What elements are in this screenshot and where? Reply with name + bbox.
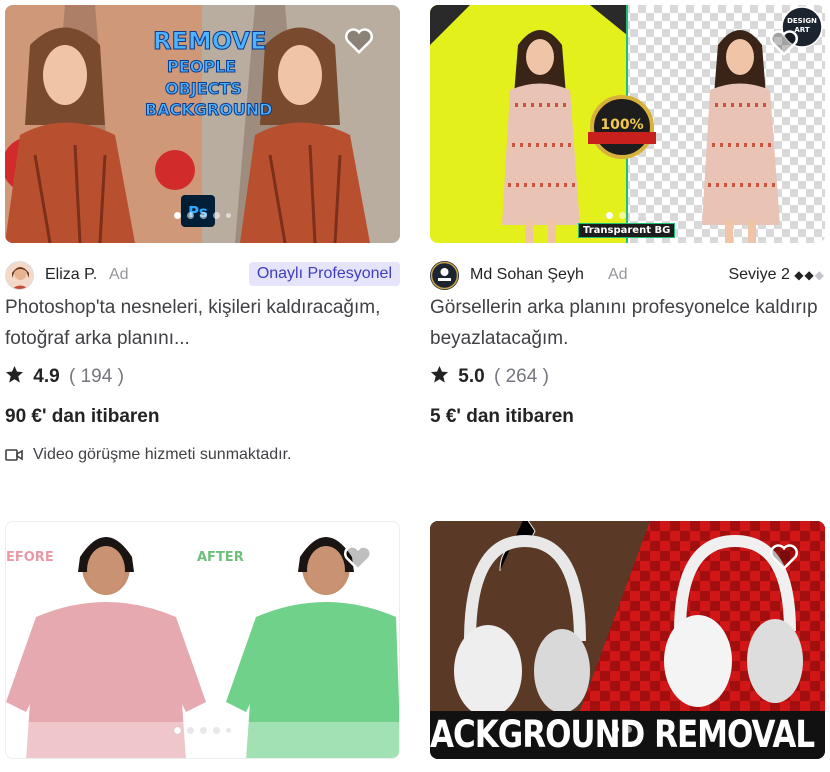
seller-name[interactable]: Eliza P. xyxy=(45,266,97,284)
video-consult: Video görüşme hizmeti sunmaktadır. xyxy=(5,446,292,464)
video-consult-label: Video görüşme hizmeti sunmaktadır. xyxy=(33,446,292,463)
carousel-dot[interactable] xyxy=(612,726,619,733)
gig-card-4[interactable]: ACKGROUND REMOVAL PR xyxy=(430,521,825,759)
thumb-text-people: PEOPLE xyxy=(166,57,237,77)
carousel-dot[interactable] xyxy=(200,212,207,219)
thumb-text-objects: OBJECTS xyxy=(165,79,243,99)
carousel-dot[interactable] xyxy=(200,727,207,734)
review-count: ( 264 ) xyxy=(493,366,549,387)
gig-title[interactable]: Görsellerin arka planını profesyonelce k… xyxy=(430,292,825,354)
carousel-dot[interactable] xyxy=(174,727,181,734)
gig-thumbnail-1[interactable]: Ps REMOVE PEOPLE OBJECTS BACKGROUND xyxy=(5,5,400,243)
heart-icon[interactable] xyxy=(343,544,373,572)
seller-row: Md Sohan Şeyh Ad Seviye 2 ◆◆◆ xyxy=(430,258,825,292)
star-icon xyxy=(5,365,24,383)
seller-level: Seviye 2 ◆◆◆ xyxy=(728,266,825,284)
seller-avatar[interactable] xyxy=(5,261,34,290)
gig-card-1[interactable]: Ps REMOVE PEOPLE OBJECTS BACKGROUND Eliz… xyxy=(5,5,400,463)
seller-level-label: Seviye 2 xyxy=(728,266,790,283)
carousel-dots xyxy=(430,726,825,733)
rating-score: 5.0 xyxy=(458,366,485,387)
carousel-dot[interactable] xyxy=(631,212,639,219)
carousel-dot[interactable] xyxy=(644,213,650,218)
heart-icon[interactable] xyxy=(769,543,799,571)
carousel-dot[interactable] xyxy=(605,212,613,219)
thumb-text-background: BACKGROUND xyxy=(144,100,273,120)
carousel-dot[interactable] xyxy=(174,212,181,219)
avatar-image xyxy=(12,267,29,289)
carousel-dot[interactable] xyxy=(226,728,231,733)
carousel-dots xyxy=(5,212,400,219)
gig-thumbnail-3[interactable]: EFORE AFTER xyxy=(5,521,400,759)
gig-image-2: 100% xyxy=(430,5,825,243)
seller-row: Eliza P. Ad Onaylı Profesyonel xyxy=(5,258,400,292)
gig-card-3[interactable]: EFORE AFTER xyxy=(5,521,400,759)
gig-thumbnail-4[interactable]: ACKGROUND REMOVAL PR xyxy=(430,521,825,759)
before-label: EFORE xyxy=(6,550,54,565)
carousel-dot[interactable] xyxy=(638,727,643,732)
after-label: AFTER xyxy=(197,550,244,565)
heart-icon[interactable] xyxy=(769,29,799,57)
gig-thumbnail-2[interactable]: 100% DESIGN ART Transparent BG xyxy=(430,5,825,243)
gig-title[interactable]: Photoshop'ta nesneleri, kişileri kaldıra… xyxy=(5,292,400,354)
background-removal-banner: ACKGROUND REMOVAL PR xyxy=(430,713,825,757)
carousel-dots xyxy=(6,727,399,734)
level-diamonds: ◆◆◆ xyxy=(794,268,825,282)
pro-badge: Onaylı Profesyonel xyxy=(248,262,400,286)
gig-rating: 5.0 ( 264 ) xyxy=(430,365,549,388)
carousel-dot[interactable] xyxy=(618,212,626,219)
carousel-dot[interactable] xyxy=(213,727,220,734)
gig-price[interactable]: 90 €' dan itibaren xyxy=(5,406,159,428)
star-icon xyxy=(430,365,449,383)
carousel-dot[interactable] xyxy=(226,213,231,218)
seller-name[interactable]: Md Sohan Şeyh xyxy=(470,266,584,284)
video-camera-icon xyxy=(5,449,23,461)
thumb-text-remove: REMOVE xyxy=(152,27,267,56)
carousel-dot[interactable] xyxy=(625,726,632,733)
carousel-dots xyxy=(430,212,825,219)
gig-rating: 4.9 ( 194 ) xyxy=(5,365,124,388)
avatar-image xyxy=(430,261,459,290)
gig-price[interactable]: 5 €' dan itibaren xyxy=(430,406,574,428)
review-count: ( 194 ) xyxy=(68,366,124,387)
gig-card-2[interactable]: 100% DESIGN ART Transparent BG Md Sohan … xyxy=(430,5,825,427)
transparent-bg-label: Transparent BG xyxy=(578,223,676,238)
carousel-dot[interactable] xyxy=(187,212,194,219)
carousel-dot[interactable] xyxy=(187,727,194,734)
seller-avatar[interactable] xyxy=(430,261,459,290)
carousel-dot[interactable] xyxy=(213,212,220,219)
rating-score: 4.9 xyxy=(33,366,60,387)
guarantee-seal: 100% xyxy=(600,117,643,133)
ad-label: Ad xyxy=(608,266,628,283)
ad-label: Ad xyxy=(109,266,129,283)
heart-icon[interactable] xyxy=(344,27,374,55)
